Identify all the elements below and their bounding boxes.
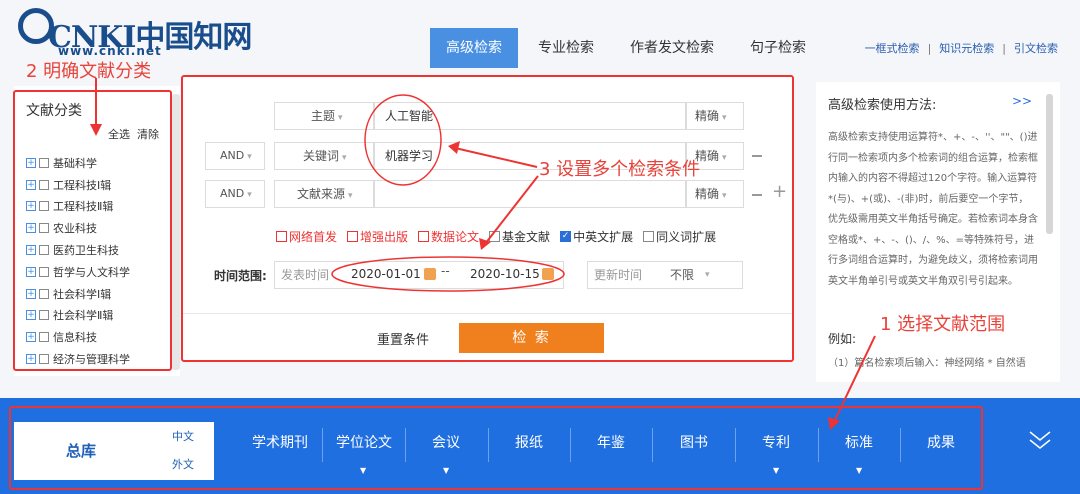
link-single-box-search[interactable]: 一框式检索 (865, 42, 920, 55)
annotation-step3: 3 设置多个检索条件 (539, 159, 701, 180)
annotation-box-database (9, 406, 983, 490)
annotation-step1: 1 选择文献范围 (880, 314, 1006, 335)
link-separator: | (1002, 42, 1006, 55)
search-tabs: 高级检索 专业检索 作者发文检索 句子检索 (430, 28, 826, 68)
tab-advanced-search[interactable]: 高级检索 (430, 28, 518, 68)
link-knowledge-search[interactable]: 知识元检索 (939, 42, 994, 55)
category-scrollbar[interactable] (172, 94, 180, 370)
help-example-line: （1）篇名检索项后输入：神经网络 * 自然语 (828, 358, 1026, 369)
help-scrollbar[interactable] (1046, 94, 1053, 234)
search-mode-links: 一框式检索 | 知识元检索 | 引文检索 (865, 40, 1058, 56)
help-body: 高级检索支持使用运算符*、+、-、''、""、()进行同一检索项内多个检索词的组… (828, 132, 1038, 287)
help-example-title: 例如: (828, 332, 857, 346)
help-more-link[interactable]: >> (1012, 94, 1032, 108)
help-panel: 高级检索使用方法: >> 高级检索支持使用运算符*、+、-、''、""、()进行… (816, 82, 1060, 382)
link-separator: | (927, 42, 932, 55)
logo-url: www.cnki.net (58, 44, 162, 58)
tab-author-search[interactable]: 作者发文检索 (614, 28, 730, 68)
annotation-box-category (13, 90, 172, 371)
help-title: 高级检索使用方法: (828, 98, 937, 113)
tab-sentence-search[interactable]: 句子检索 (734, 28, 822, 68)
top-bar: CNKI中国知网 www.cnki.net 高级检索 专业检索 作者发文检索 句… (0, 0, 1080, 70)
annotation-step2: 2 明确文献分类 (26, 61, 152, 82)
expand-chevron-icon[interactable] (1028, 428, 1052, 452)
tab-professional-search[interactable]: 专业检索 (522, 28, 610, 68)
annotation-box-form (181, 75, 794, 362)
link-citation-search[interactable]: 引文检索 (1014, 42, 1058, 55)
